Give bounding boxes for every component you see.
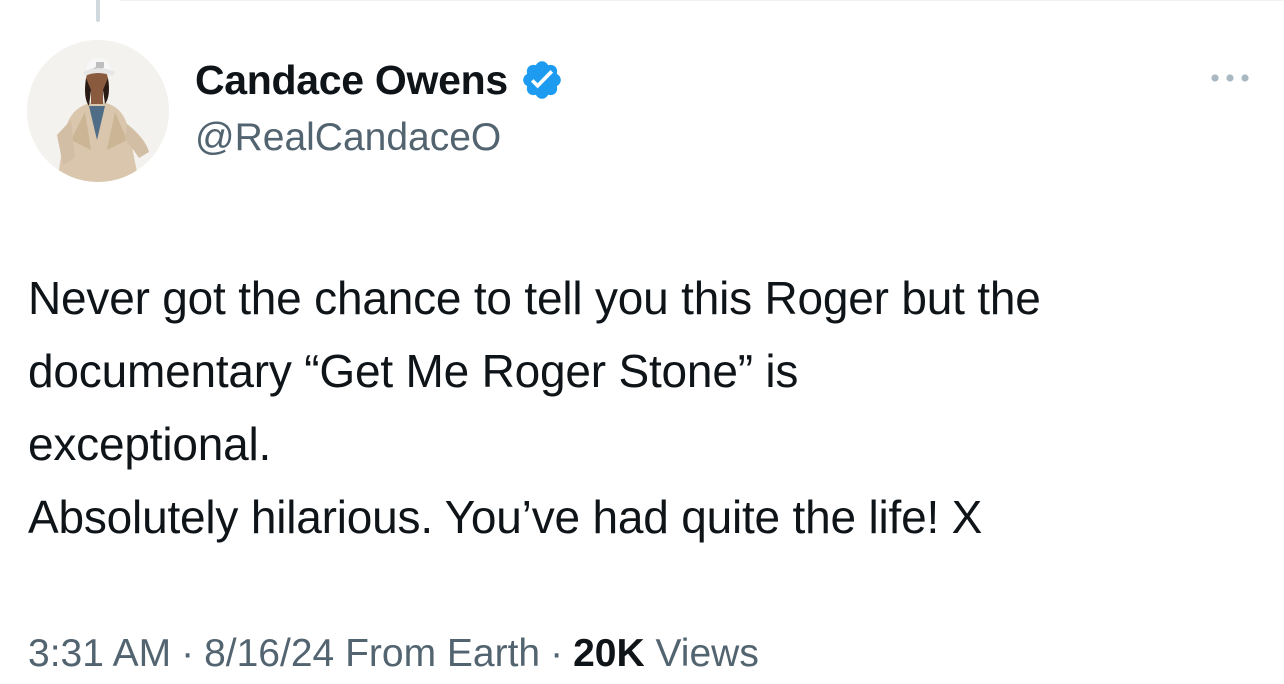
author-handle[interactable]: @RealCandaceO xyxy=(195,113,564,163)
tweet-text-line: Absolutely hilarious. You’ve had quite t… xyxy=(28,491,983,543)
author-identity: Candace Owens @RealCandaceO xyxy=(195,55,564,163)
meta-separator: · xyxy=(181,632,195,675)
tweet-body-text: Never got the chance to tell you this Ro… xyxy=(28,262,1268,554)
author-avatar[interactable] xyxy=(27,40,169,182)
views-label: Views xyxy=(655,632,759,675)
tweet-time[interactable]: 3:31 AM xyxy=(28,632,171,675)
profile-photo xyxy=(27,40,169,182)
tweet-metadata: 3:31 AM · 8/16/24 From Earth · 20K Views xyxy=(28,624,759,684)
tweet-date[interactable]: 8/16/24 xyxy=(204,632,334,675)
verified-badge-icon[interactable] xyxy=(520,58,564,102)
tweet-text-line: documentary “Get Me Roger Stone” is xyxy=(28,345,799,397)
views-count[interactable]: 20K xyxy=(573,632,645,675)
tweet-text-line: exceptional. xyxy=(28,418,272,470)
more-options-icon xyxy=(1211,74,1249,82)
tweet-source: From Earth xyxy=(345,632,541,675)
more-options-button[interactable] xyxy=(1206,62,1254,94)
name-row: Candace Owens xyxy=(195,55,564,105)
thread-connector-line xyxy=(96,0,100,22)
author-display-name[interactable]: Candace Owens xyxy=(195,55,508,105)
top-divider xyxy=(120,0,1284,1)
tweet-text-line: Never got the chance to tell you this Ro… xyxy=(28,272,1041,324)
meta-separator: · xyxy=(550,632,564,675)
